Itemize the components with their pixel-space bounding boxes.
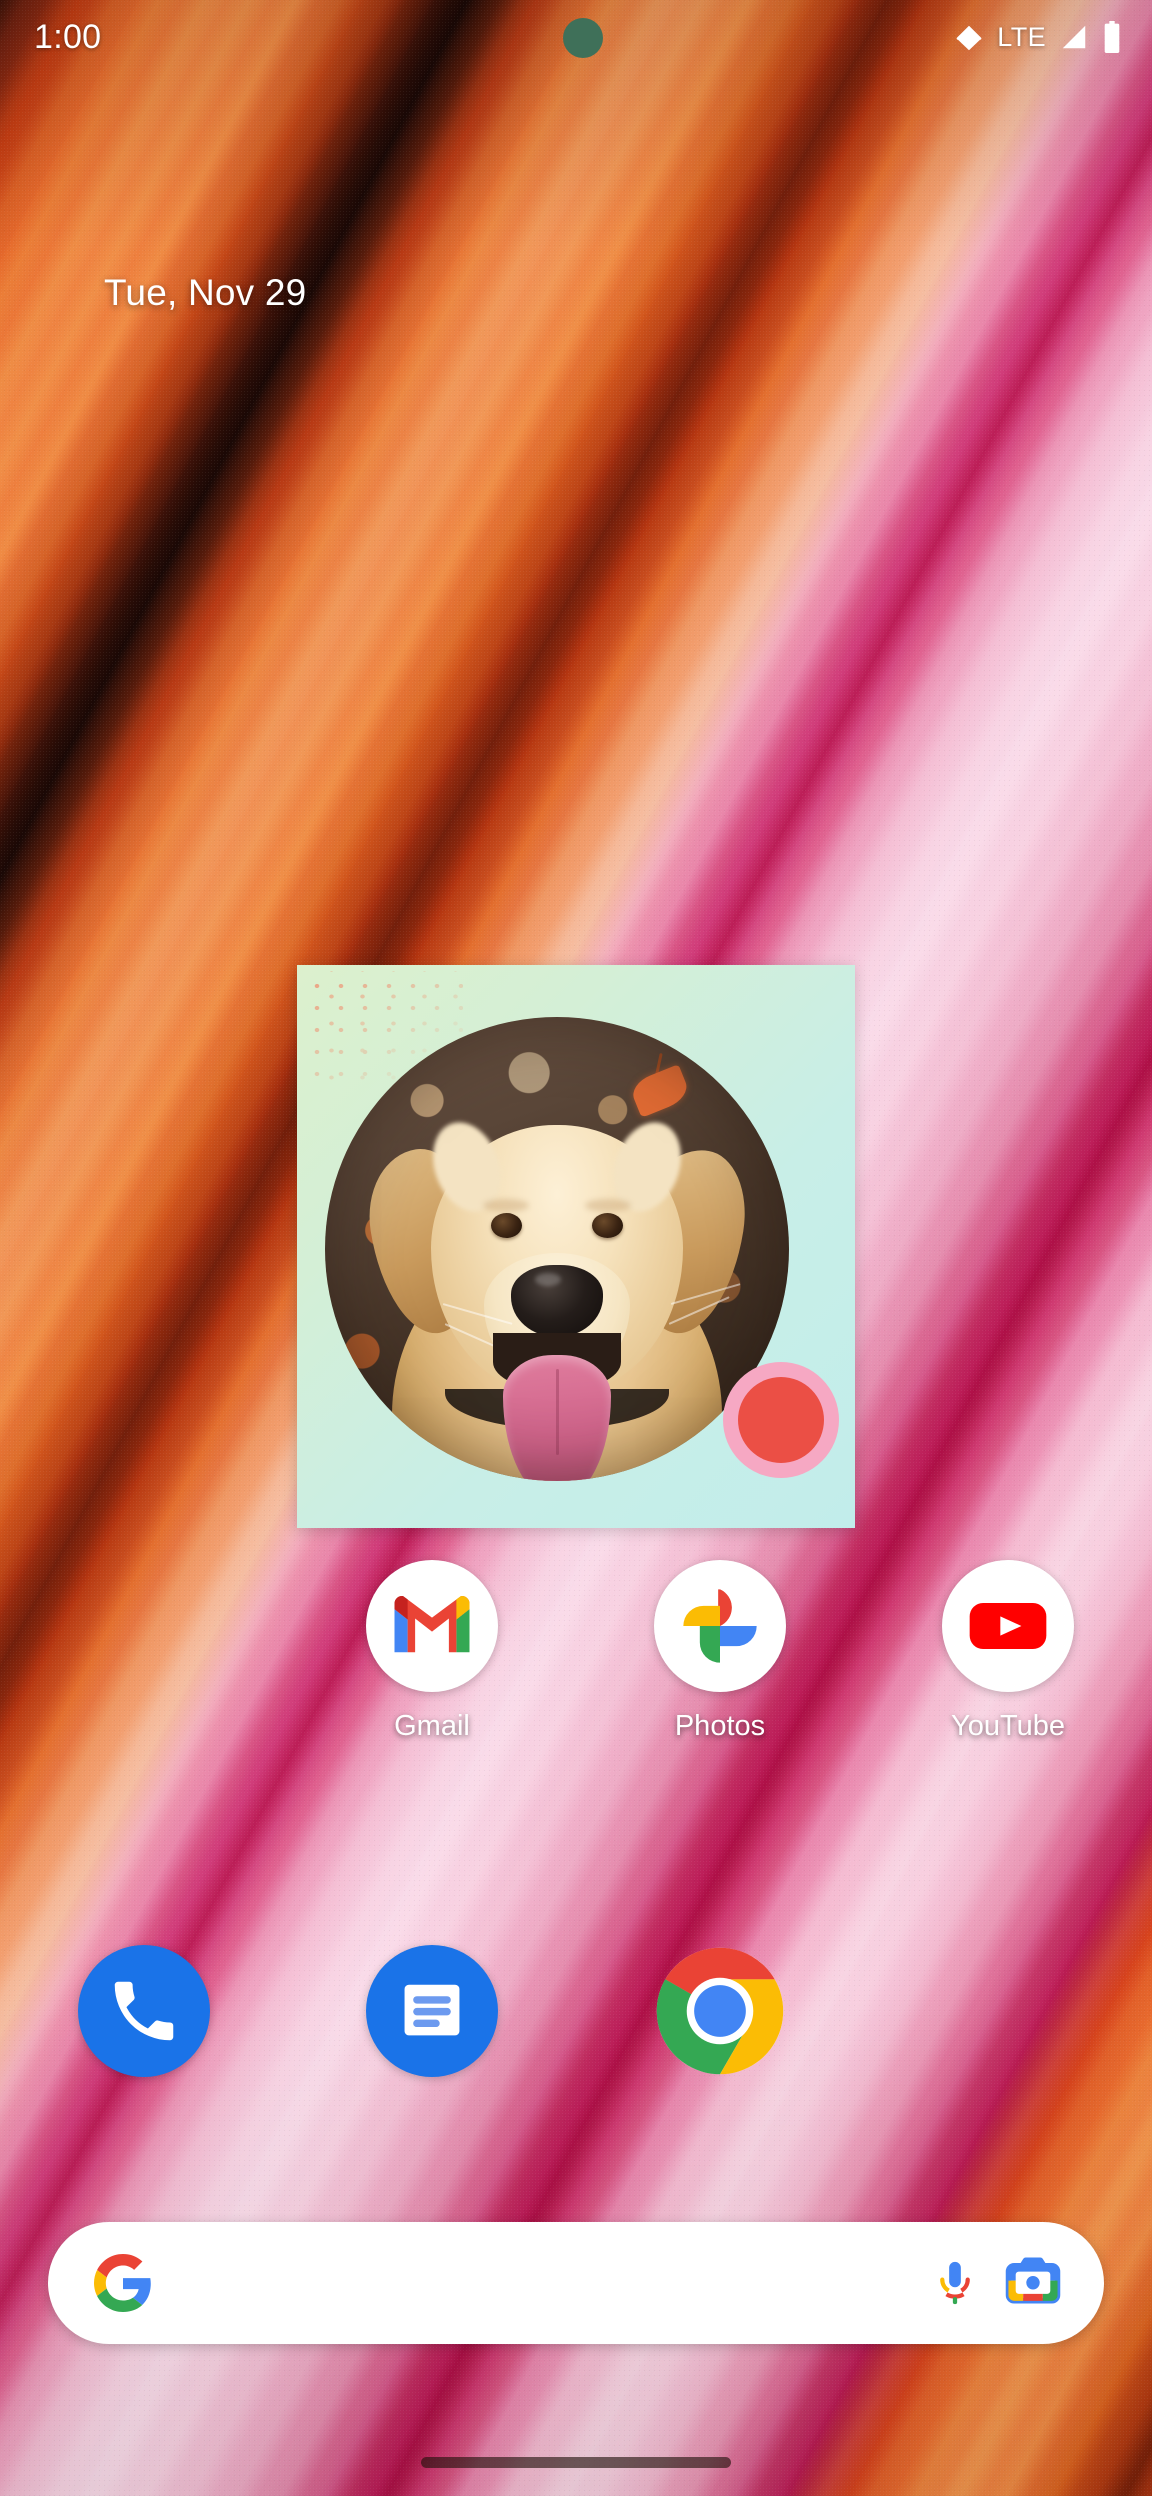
dog-photo [325, 1017, 789, 1481]
google-search-bar[interactable] [48, 2222, 1104, 2344]
widget-accent-dot [723, 1362, 839, 1478]
dock-slot-empty [864, 1945, 1152, 2095]
voice-search-icon[interactable] [924, 2252, 986, 2314]
messages-icon[interactable] [366, 1945, 498, 2077]
status-bar: 1:00 LTE [0, 0, 1152, 74]
status-icons: LTE [954, 21, 1122, 53]
app-row-1: Gmail Photos YouTube [0, 1560, 1152, 1743]
dock-row [0, 1945, 1152, 2095]
network-type-label: LTE [997, 21, 1046, 52]
app-phone[interactable] [0, 1945, 288, 2095]
app-messages[interactable] [288, 1945, 576, 2095]
google-lens-icon[interactable] [1002, 2252, 1064, 2314]
photo-frame-widget[interactable] [297, 965, 855, 1528]
search-input[interactable] [154, 2222, 924, 2344]
golden-retriever [325, 1017, 789, 1481]
google-photos-icon[interactable] [654, 1560, 786, 1692]
app-label-photos: Photos [674, 1710, 766, 1742]
app-chrome[interactable] [576, 1945, 864, 2095]
phone-icon[interactable] [78, 1945, 210, 2077]
glance-date: Tue, Nov 29 [104, 272, 307, 313]
app-label-youtube: YouTube [951, 1710, 1065, 1742]
home-screen: 1:00 LTE Tue, Nov 29 Gmail Photos YouTub… [0, 0, 1152, 2496]
app-photos[interactable]: Photos [576, 1560, 864, 1743]
youtube-icon[interactable] [942, 1560, 1074, 1692]
home-gesture-bar[interactable] [421, 2457, 731, 2468]
wifi-icon [954, 22, 984, 52]
signal-icon [1059, 22, 1089, 52]
at-a-glance-widget[interactable]: Tue, Nov 29 [104, 272, 306, 314]
google-g-icon [92, 2252, 154, 2314]
app-label-gmail: Gmail [394, 1710, 470, 1742]
battery-icon [1102, 21, 1122, 53]
status-clock: 1:00 [34, 17, 102, 56]
app-slot-empty [0, 1560, 288, 1743]
app-youtube[interactable]: YouTube [864, 1560, 1152, 1743]
chrome-icon[interactable] [654, 1945, 786, 2077]
gmail-icon[interactable] [366, 1560, 498, 1692]
app-gmail[interactable]: Gmail [288, 1560, 576, 1743]
